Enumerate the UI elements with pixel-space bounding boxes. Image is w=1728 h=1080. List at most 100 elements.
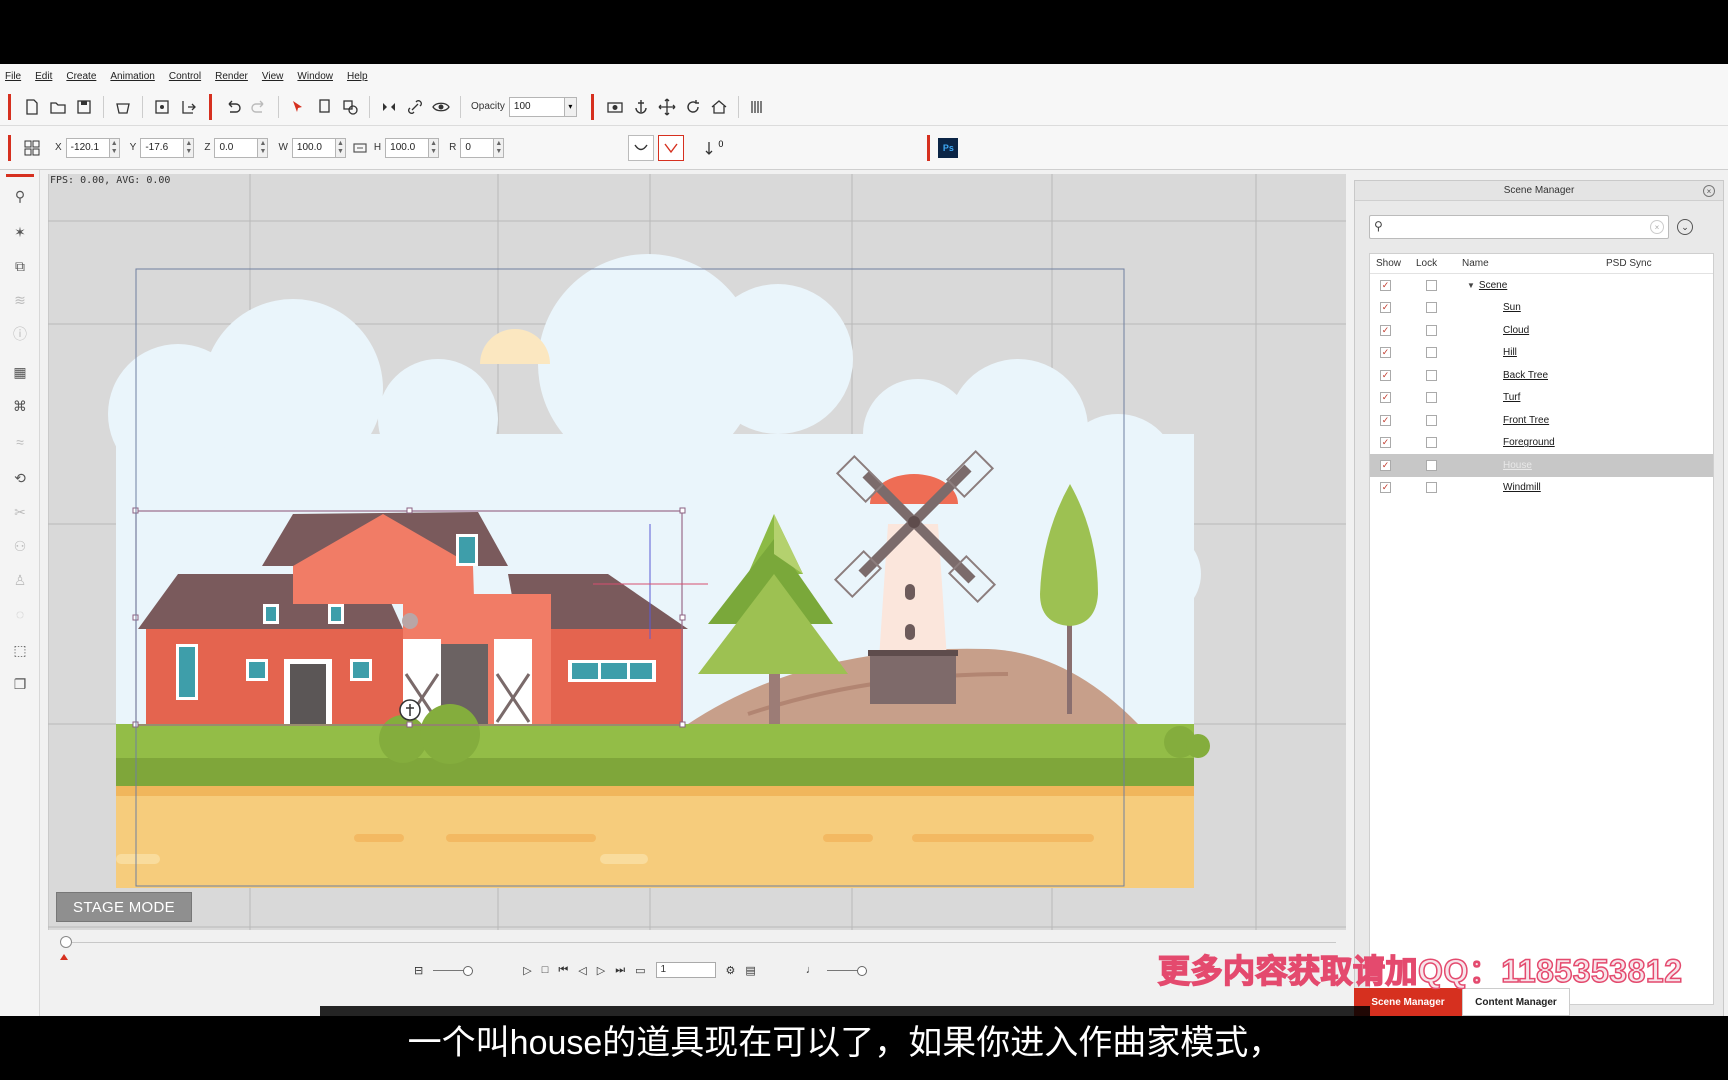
show-checkbox[interactable]: ✓: [1380, 414, 1391, 426]
menu-window[interactable]: Window: [297, 71, 333, 82]
menu-help[interactable]: Help: [347, 71, 368, 82]
tree-row[interactable]: ✓ Hill: [1370, 342, 1713, 365]
lock-checkbox[interactable]: [1426, 459, 1437, 471]
h-input[interactable]: 100.0: [385, 137, 430, 158]
tree-item-label[interactable]: Front Tree: [1503, 415, 1549, 426]
arrange-icon[interactable]: ❐: [8, 672, 32, 696]
w-spinner[interactable]: ▲ ▼: [335, 137, 346, 158]
lock-checkbox[interactable]: [1426, 369, 1437, 381]
opacity-dropdown-button[interactable]: ▾: [564, 96, 577, 117]
open-folder-icon[interactable]: [45, 94, 71, 120]
lock-checkbox[interactable]: [1426, 279, 1437, 291]
lock-checkbox[interactable]: [1426, 482, 1437, 494]
lock-checkbox[interactable]: [1426, 347, 1437, 359]
tree-row[interactable]: ✓ Sun: [1370, 297, 1713, 320]
audio-icon[interactable]: ♩: [806, 964, 817, 976]
column-psd-sync[interactable]: PSD Sync: [1606, 258, 1706, 269]
lock-checkbox[interactable]: [1426, 324, 1437, 336]
sprite-tool-icon[interactable]: ◌: [8, 602, 32, 626]
menu-create[interactable]: Create: [66, 71, 96, 82]
timeline-track[interactable]: [66, 942, 1336, 943]
settings-icon[interactable]: ⚙: [726, 964, 736, 977]
film-icon[interactable]: ▤: [745, 964, 755, 977]
menu-edit[interactable]: Edit: [35, 71, 52, 82]
tree-item-label[interactable]: Turf: [1503, 392, 1520, 403]
show-checkbox[interactable]: ✓: [1380, 279, 1391, 291]
show-checkbox[interactable]: ✓: [1380, 347, 1391, 359]
h-spinner[interactable]: ▲ ▼: [429, 137, 440, 158]
play-icon[interactable]: ▷: [523, 964, 531, 977]
menu-view[interactable]: View: [262, 71, 284, 82]
tree-row-selected[interactable]: ✓ House: [1370, 454, 1713, 477]
scene-search-input[interactable]: ⚲ ×: [1369, 215, 1669, 239]
link-ratio-icon[interactable]: [350, 135, 370, 161]
link-icon[interactable]: [402, 94, 428, 120]
speed-slider[interactable]: [433, 965, 474, 976]
tree-item-label[interactable]: Scene: [1479, 280, 1507, 291]
eye-icon[interactable]: [428, 94, 454, 120]
loop-icon[interactable]: ▭: [635, 964, 645, 977]
show-checkbox[interactable]: ✓: [1380, 459, 1391, 471]
next-frame-icon[interactable]: ▷: [597, 964, 605, 977]
close-icon[interactable]: ×: [1703, 185, 1715, 197]
prev-frame-icon[interactable]: ◁: [578, 964, 586, 977]
column-name[interactable]: Name: [1462, 258, 1606, 269]
menu-control[interactable]: Control: [169, 71, 201, 82]
pose-tool-icon[interactable]: ⚇: [8, 534, 32, 558]
photoshop-sync-button[interactable]: Ps: [938, 137, 959, 158]
basket-icon[interactable]: [110, 94, 136, 120]
rotate-icon[interactable]: [680, 94, 706, 120]
w-input[interactable]: 100.0: [291, 137, 336, 158]
opacity-input[interactable]: 100: [508, 96, 565, 117]
tree-item-label[interactable]: House: [1503, 460, 1532, 471]
character-tool-icon[interactable]: ✶: [8, 220, 32, 244]
show-checkbox[interactable]: ✓: [1380, 302, 1391, 314]
tree-row[interactable]: ✓ Windmill: [1370, 477, 1713, 500]
tree-row[interactable]: ✓ Cloud: [1370, 319, 1713, 342]
y-spinner[interactable]: ▲ ▼: [184, 137, 195, 158]
copy-icon[interactable]: [311, 94, 337, 120]
select-arrow-icon[interactable]: [285, 94, 311, 120]
frame-input[interactable]: 1: [655, 962, 716, 978]
home-icon[interactable]: [706, 94, 732, 120]
timeline-bars-icon[interactable]: [745, 94, 771, 120]
z-input[interactable]: 0.0: [214, 137, 259, 158]
tree-row[interactable]: ✓ Front Tree: [1370, 409, 1713, 432]
motion-tool-icon[interactable]: ≋: [8, 288, 32, 312]
lock-checkbox[interactable]: [1426, 414, 1437, 426]
shapes-icon[interactable]: [337, 94, 363, 120]
select-region-icon[interactable]: ⬚: [8, 638, 32, 662]
layers-tool-icon[interactable]: ⧉: [8, 254, 32, 278]
first-frame-icon[interactable]: ⏮: [558, 964, 568, 977]
transform-tool-icon[interactable]: ⟲: [8, 466, 32, 490]
tree-item-label[interactable]: Windmill: [1503, 482, 1541, 493]
y-input[interactable]: -17.6: [140, 137, 185, 158]
grid-tool-icon[interactable]: ▦: [8, 360, 32, 384]
stage-canvas[interactable]: FPS: 0.00, AVG: 0.00 STAGE MODE: [48, 174, 1346, 930]
last-frame-icon[interactable]: ⏭: [615, 964, 625, 977]
tab-content-manager[interactable]: Content Manager: [1462, 988, 1570, 1016]
timeline-scrubber[interactable]: [60, 936, 72, 948]
tree-item-label[interactable]: Cloud: [1503, 325, 1529, 336]
lock-checkbox[interactable]: [1426, 392, 1437, 404]
stop-icon[interactable]: □: [542, 964, 549, 976]
volume-slider[interactable]: [826, 965, 867, 976]
walk-tool-icon[interactable]: ♙: [8, 568, 32, 592]
column-show[interactable]: Show: [1370, 258, 1416, 269]
menu-render[interactable]: Render: [215, 71, 248, 82]
camera-icon[interactable]: [602, 94, 628, 120]
tree-row-scene[interactable]: ✓ ▼ Scene: [1370, 274, 1713, 297]
x-input[interactable]: -120.1: [65, 137, 110, 158]
import-icon[interactable]: [149, 94, 175, 120]
clear-search-icon[interactable]: ×: [1650, 220, 1664, 234]
x-spinner[interactable]: ▲ ▼: [109, 137, 120, 158]
menu-animation[interactable]: Animation: [110, 71, 154, 82]
show-checkbox[interactable]: ✓: [1380, 392, 1391, 404]
flip-icon[interactable]: [376, 94, 402, 120]
show-checkbox[interactable]: ✓: [1380, 482, 1391, 494]
expand-triangle-icon[interactable]: ▼: [1467, 281, 1475, 290]
tree-item-label[interactable]: Back Tree: [1503, 370, 1548, 381]
puppet-tool-icon[interactable]: ⌘: [8, 394, 32, 418]
save-icon[interactable]: [71, 94, 97, 120]
r-input[interactable]: 0: [460, 137, 495, 158]
